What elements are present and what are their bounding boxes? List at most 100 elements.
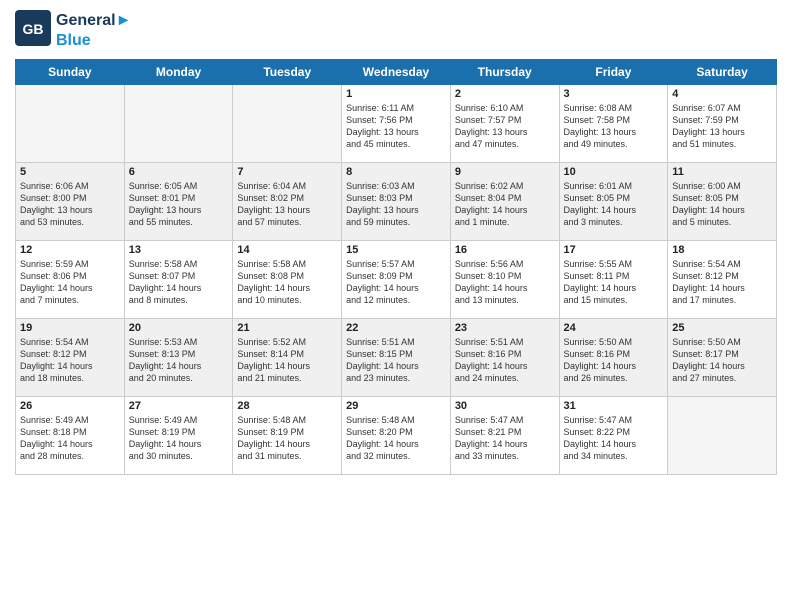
- calendar-cell: 18Sunrise: 5:54 AM Sunset: 8:12 PM Dayli…: [668, 241, 777, 319]
- cell-info: Sunrise: 5:54 AM Sunset: 8:12 PM Dayligh…: [20, 336, 120, 385]
- week-row-1: 1 Sunrise: 6:11 AM Sunset: 7:56 PM Daylig…: [16, 85, 777, 163]
- day-number: 15: [346, 244, 446, 256]
- cell-info: Sunrise: 6:03 AM Sunset: 8:03 PM Dayligh…: [346, 180, 446, 229]
- calendar-cell: 26 Sunrise: 5:49 AM Sunset: 8:18 PM Dayli…: [16, 397, 125, 475]
- day-number: 21: [237, 322, 337, 334]
- day-number: 25: [672, 322, 772, 334]
- calendar-cell: 22 Sunrise: 5:51 AM Sunset: 8:15 PM Dayli…: [342, 319, 451, 397]
- day-number: 19: [20, 322, 120, 334]
- cell-info: Sunrise: 6:01 AM Sunset: 8:05 PM Dayligh…: [564, 180, 664, 229]
- day-number: 9: [455, 166, 555, 178]
- cell-info: Sunrise: 6:11 AM Sunset: 7:56 PM Dayligh…: [346, 102, 446, 151]
- cell-info: Sunrise: 5:57 AM Sunset: 8:09 PM Dayligh…: [346, 258, 446, 307]
- calendar-cell: [124, 85, 233, 163]
- week-row-4: 19 Sunrise: 5:54 AM Sunset: 8:12 PM Dayli…: [16, 319, 777, 397]
- calendar-cell: 17 Sunrise: 5:55 AM Sunset: 8:11 PM Dayli…: [559, 241, 668, 319]
- day-number: 2: [455, 88, 555, 100]
- logo-icon: GB: [15, 10, 51, 46]
- calendar-cell: 2 Sunrise: 6:10 AM Sunset: 7:57 PM Daylig…: [450, 85, 559, 163]
- calendar-cell: 6Sunrise: 6:05 AM Sunset: 8:01 PM Daylig…: [124, 163, 233, 241]
- cell-info: Sunrise: 5:55 AM Sunset: 8:11 PM Dayligh…: [564, 258, 664, 307]
- calendar-cell: 11 Sunrise: 6:00 AM Sunset: 8:05 PM Dayli…: [668, 163, 777, 241]
- calendar-cell: 14Sunrise: 5:58 AM Sunset: 8:08 PM Dayli…: [233, 241, 342, 319]
- weekday-header-friday: Friday: [559, 60, 668, 85]
- calendar-cell: 31 Sunrise: 5:47 AM Sunset: 8:22 PM Dayli…: [559, 397, 668, 475]
- weekday-header-row: SundayMondayTuesdayWednesdayThursdayFrid…: [16, 60, 777, 85]
- cell-info: Sunrise: 5:47 AM Sunset: 8:22 PM Dayligh…: [564, 414, 664, 463]
- cell-info: Sunrise: 5:51 AM Sunset: 8:16 PM Dayligh…: [455, 336, 555, 385]
- svg-text:GB: GB: [23, 21, 44, 37]
- weekday-header-tuesday: Tuesday: [233, 60, 342, 85]
- calendar-cell: 9 Sunrise: 6:02 AM Sunset: 8:04 PM Daylig…: [450, 163, 559, 241]
- weekday-header-wednesday: Wednesday: [342, 60, 451, 85]
- week-row-5: 26 Sunrise: 5:49 AM Sunset: 8:18 PM Dayli…: [16, 397, 777, 475]
- day-number: 11: [672, 166, 772, 178]
- day-number: 28: [237, 400, 337, 412]
- cell-info: Sunrise: 5:49 AM Sunset: 8:19 PM Dayligh…: [129, 414, 229, 463]
- calendar-cell: 12Sunrise: 5:59 AM Sunset: 8:06 PM Dayli…: [16, 241, 125, 319]
- logo: GB General► Blue: [15, 10, 131, 51]
- cell-info: Sunrise: 6:08 AM Sunset: 7:58 PM Dayligh…: [564, 102, 664, 151]
- day-number: 1: [346, 88, 446, 100]
- calendar-cell: 19 Sunrise: 5:54 AM Sunset: 8:12 PM Dayli…: [16, 319, 125, 397]
- weekday-header-monday: Monday: [124, 60, 233, 85]
- cell-info: Sunrise: 5:48 AM Sunset: 8:20 PM Dayligh…: [346, 414, 446, 463]
- calendar-cell: 21 Sunrise: 5:52 AM Sunset: 8:14 PM Dayli…: [233, 319, 342, 397]
- cell-info: Sunrise: 5:47 AM Sunset: 8:21 PM Dayligh…: [455, 414, 555, 463]
- cell-info: Sunrise: 6:10 AM Sunset: 7:57 PM Dayligh…: [455, 102, 555, 151]
- day-number: 20: [129, 322, 229, 334]
- cell-info: Sunrise: 5:49 AM Sunset: 8:18 PM Dayligh…: [20, 414, 120, 463]
- cell-info: Sunrise: 5:54 AM Sunset: 8:12 PM Dayligh…: [672, 258, 772, 307]
- calendar-cell: 29Sunrise: 5:48 AM Sunset: 8:20 PM Dayli…: [342, 397, 451, 475]
- day-number: 27: [129, 400, 229, 412]
- day-number: 7: [237, 166, 337, 178]
- day-number: 31: [564, 400, 664, 412]
- cell-info: Sunrise: 5:52 AM Sunset: 8:14 PM Dayligh…: [237, 336, 337, 385]
- calendar-cell: 7 Sunrise: 6:04 AM Sunset: 8:02 PM Daylig…: [233, 163, 342, 241]
- calendar-cell: 10 Sunrise: 6:01 AM Sunset: 8:05 PM Dayli…: [559, 163, 668, 241]
- calendar-cell: 3Sunrise: 6:08 AM Sunset: 7:58 PM Daylig…: [559, 85, 668, 163]
- calendar-cell: 25Sunrise: 5:50 AM Sunset: 8:17 PM Dayli…: [668, 319, 777, 397]
- day-number: 30: [455, 400, 555, 412]
- logo-line1: General►: [56, 11, 131, 30]
- calendar-cell: 23 Sunrise: 5:51 AM Sunset: 8:16 PM Dayli…: [450, 319, 559, 397]
- day-number: 16: [455, 244, 555, 256]
- weekday-header-sunday: Sunday: [16, 60, 125, 85]
- calendar-cell: 28 Sunrise: 5:48 AM Sunset: 8:19 PM Dayli…: [233, 397, 342, 475]
- calendar-cell: 27 Sunrise: 5:49 AM Sunset: 8:19 PM Dayli…: [124, 397, 233, 475]
- cell-info: Sunrise: 5:59 AM Sunset: 8:06 PM Dayligh…: [20, 258, 120, 307]
- calendar-table: SundayMondayTuesdayWednesdayThursdayFrid…: [15, 59, 777, 475]
- weekday-header-saturday: Saturday: [668, 60, 777, 85]
- calendar-cell: 15 Sunrise: 5:57 AM Sunset: 8:09 PM Dayli…: [342, 241, 451, 319]
- cell-info: Sunrise: 5:48 AM Sunset: 8:19 PM Dayligh…: [237, 414, 337, 463]
- calendar-cell: 16 Sunrise: 5:56 AM Sunset: 8:10 PM Dayli…: [450, 241, 559, 319]
- weekday-header-thursday: Thursday: [450, 60, 559, 85]
- day-number: 10: [564, 166, 664, 178]
- calendar-cell: 4 Sunrise: 6:07 AM Sunset: 7:59 PM Daylig…: [668, 85, 777, 163]
- day-number: 4: [672, 88, 772, 100]
- calendar-cell: [233, 85, 342, 163]
- calendar-cell: 24 Sunrise: 5:50 AM Sunset: 8:16 PM Dayli…: [559, 319, 668, 397]
- day-number: 26: [20, 400, 120, 412]
- logo-line2: Blue: [56, 31, 131, 50]
- cell-info: Sunrise: 5:58 AM Sunset: 8:07 PM Dayligh…: [129, 258, 229, 307]
- day-number: 24: [564, 322, 664, 334]
- cell-info: Sunrise: 6:02 AM Sunset: 8:04 PM Dayligh…: [455, 180, 555, 229]
- page-header: GB General► Blue: [15, 10, 777, 51]
- day-number: 22: [346, 322, 446, 334]
- day-number: 23: [455, 322, 555, 334]
- calendar-cell: 13 Sunrise: 5:58 AM Sunset: 8:07 PM Dayli…: [124, 241, 233, 319]
- day-number: 13: [129, 244, 229, 256]
- calendar-cell: 1 Sunrise: 6:11 AM Sunset: 7:56 PM Daylig…: [342, 85, 451, 163]
- day-number: 8: [346, 166, 446, 178]
- day-number: 5: [20, 166, 120, 178]
- cell-info: Sunrise: 5:58 AM Sunset: 8:08 PM Dayligh…: [237, 258, 337, 307]
- cell-info: Sunrise: 6:04 AM Sunset: 8:02 PM Dayligh…: [237, 180, 337, 229]
- cell-info: Sunrise: 6:00 AM Sunset: 8:05 PM Dayligh…: [672, 180, 772, 229]
- cell-info: Sunrise: 5:51 AM Sunset: 8:15 PM Dayligh…: [346, 336, 446, 385]
- cell-info: Sunrise: 5:50 AM Sunset: 8:16 PM Dayligh…: [564, 336, 664, 385]
- calendar-page: GB General► Blue SundayMondayTuesdayWedn…: [0, 0, 792, 612]
- cell-info: Sunrise: 6:07 AM Sunset: 7:59 PM Dayligh…: [672, 102, 772, 151]
- day-number: 17: [564, 244, 664, 256]
- cell-info: Sunrise: 5:56 AM Sunset: 8:10 PM Dayligh…: [455, 258, 555, 307]
